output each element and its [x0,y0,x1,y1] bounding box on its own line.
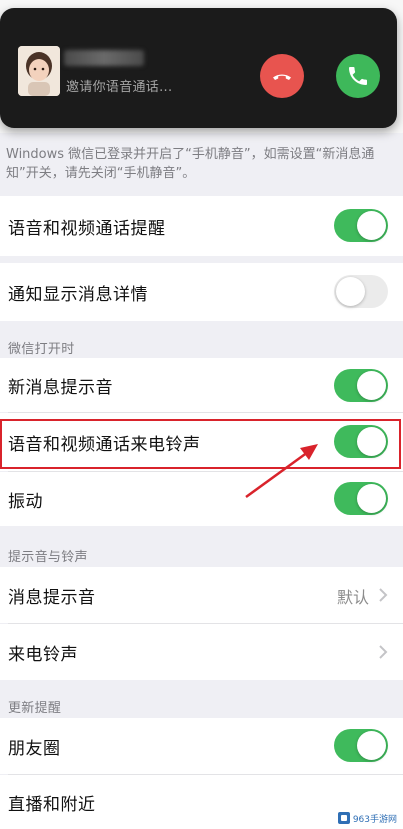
moments-label: 朋友圈 [8,738,61,759]
message-sound-label: 消息提示音 [8,587,96,608]
chevron-right-icon [379,645,388,659]
incoming-ringtone-label: 来电铃声 [8,644,78,665]
call-invite-text: 邀请你语音通话... [66,80,173,95]
watermark-text: 963手游网 [352,814,397,825]
watermark-logo-icon [337,812,350,824]
chevron-right-icon [379,588,388,602]
moments-toggle[interactable] [334,729,388,762]
message-sound-value: 默认 [336,588,369,607]
site-watermark: 963手游网 [337,811,397,825]
section-update-reminder: 更新提醒 [8,701,62,716]
caller-name-blurred [64,50,144,66]
section-sound-and-ringtone: 提示音与铃声 [8,550,88,565]
notification-settings-screen: Windows 微信已登录并开启了“手机静音”，如需设置“新消息通知”开关，请先… [0,0,403,829]
moments-row[interactable]: 朋友圈 [0,718,403,774]
incoming-ringtone-row[interactable]: 来电铃声 [0,624,403,680]
phone-icon [349,67,367,85]
incoming-call-banner[interactable]: 邀请你语音通话... [0,8,397,128]
decline-call-button[interactable] [260,54,304,98]
hang-up-icon [273,74,291,80]
live-nearby-label: 直播和附近 [8,794,96,815]
accept-call-button[interactable] [336,54,380,98]
message-sound-row[interactable]: 消息提示音 默认 [0,567,403,623]
caller-avatar [18,46,60,96]
